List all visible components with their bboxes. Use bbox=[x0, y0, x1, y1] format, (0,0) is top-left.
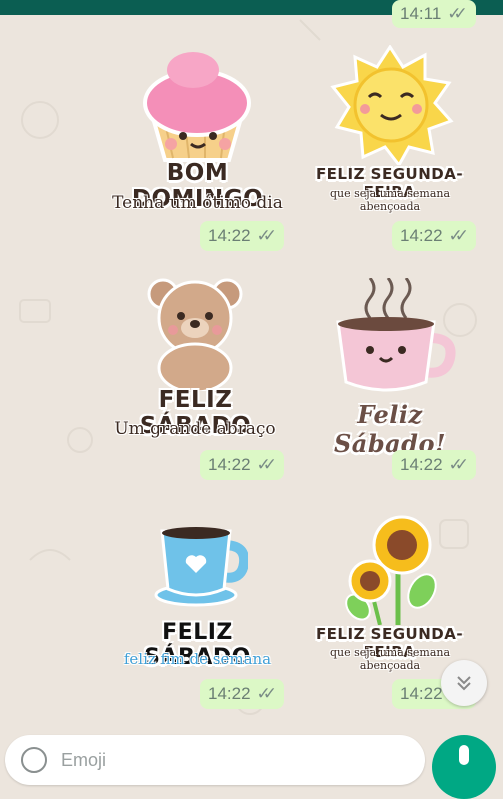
sticker-teddy-bear[interactable] bbox=[145, 276, 245, 394]
sticker-cupcake[interactable] bbox=[135, 48, 255, 168]
mic-button[interactable] bbox=[432, 735, 496, 799]
message-timestamp: 14:22✓✓ bbox=[392, 221, 476, 251]
message-timestamp: 14:11 ✓✓ bbox=[392, 0, 476, 28]
sticker-subtitle: Um grande abraço bbox=[114, 419, 276, 439]
sticker-blue-mug[interactable] bbox=[148, 515, 250, 610]
message-composer[interactable]: Emoji bbox=[5, 735, 425, 785]
sticker-subtitle: feliz fim de semana bbox=[123, 650, 272, 668]
double-chevron-down-icon bbox=[457, 676, 471, 691]
sticker-sunflowers[interactable] bbox=[340, 515, 450, 626]
sticker-subtitle: Tenha um ótimo dia bbox=[112, 193, 283, 213]
emoji-icon[interactable] bbox=[21, 747, 47, 773]
sticker-subtitle: que seja uma semana abençoada bbox=[329, 187, 451, 213]
scroll-to-bottom-button[interactable] bbox=[441, 660, 487, 706]
sticker-sun[interactable] bbox=[325, 44, 455, 168]
mic-icon bbox=[459, 745, 469, 765]
message-timestamp: 14:22✓✓ bbox=[200, 450, 284, 480]
message-timestamp: 14:22✓✓ bbox=[392, 450, 476, 480]
sticker-coffee-cup[interactable] bbox=[330, 277, 460, 398]
message-timestamp: 14:22✓✓ bbox=[200, 679, 284, 709]
message-timestamp: 14:22✓✓ bbox=[200, 221, 284, 251]
message-input[interactable]: Emoji bbox=[61, 750, 106, 771]
